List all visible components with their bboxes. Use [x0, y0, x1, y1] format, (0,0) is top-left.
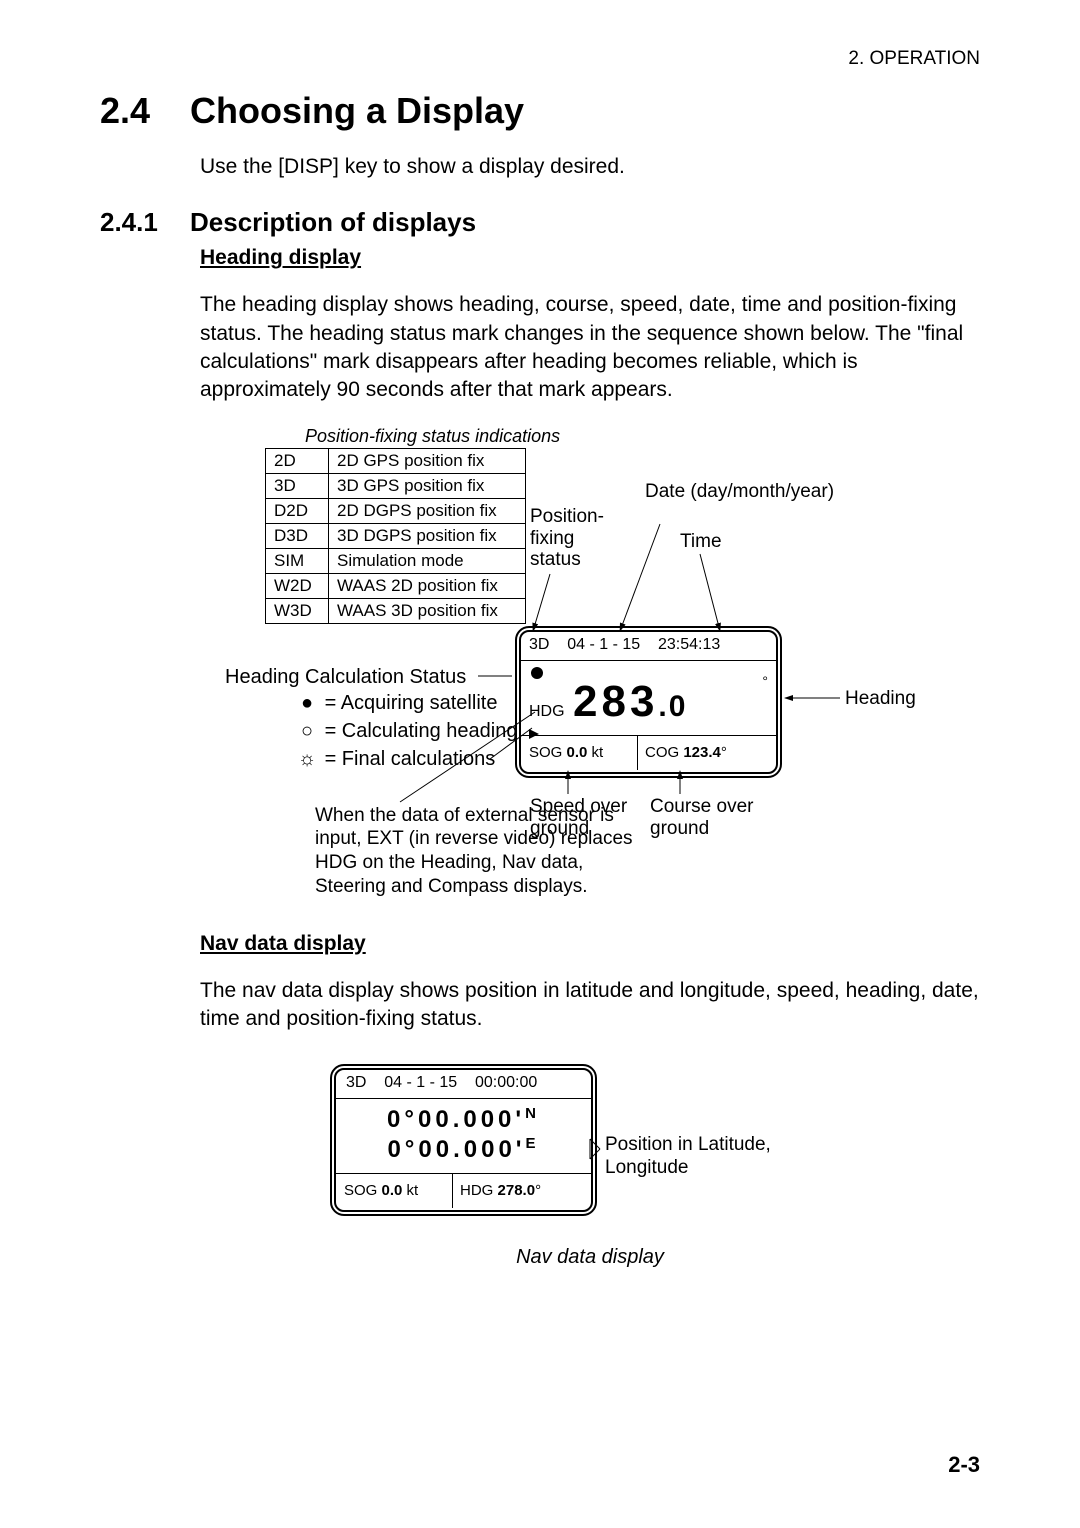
heading-display-run: Heading display: [200, 246, 980, 270]
subsection-title: 2.4.1Description of displays: [200, 207, 980, 238]
subsection-number: 2.4.1: [100, 207, 190, 238]
hcs-title: Heading Calculation Status: [225, 666, 466, 689]
scr2-time: 00:00:00: [475, 1074, 537, 1091]
heading-display-para: The heading display shows heading, cours…: [200, 291, 980, 404]
nav-data-para: The nav data display shows position in l…: [200, 977, 980, 1034]
nav-data-caption: Nav data display: [200, 1246, 980, 1269]
callout-date: Date (day/month/year): [645, 481, 834, 503]
page-number: 2-3: [948, 1452, 980, 1478]
section-title: 2.4Choosing a Display: [100, 90, 980, 132]
scr1-degree: °: [762, 673, 768, 689]
callout-time: Time: [680, 531, 722, 553]
nav-data-run: Nav data display: [200, 932, 980, 956]
nav-data-screen: 3D 04 - 1 - 15 00:00:00 0°00.000'N 0°00.…: [330, 1064, 597, 1216]
filled-circle-icon: ●: [295, 692, 319, 715]
scr1-sog: SOG 0.0 kt: [529, 744, 603, 761]
hcs-acquiring: ● = Acquiring satellite: [295, 692, 497, 715]
scr2-date: 04 - 1 - 15: [384, 1074, 457, 1091]
callout-sog: Speed over ground: [530, 796, 650, 840]
hcs-calculating: ○ = Calculating heading: [295, 720, 517, 743]
scr2-fix: 3D: [346, 1074, 366, 1091]
scr2-sog: SOG 0.0 kt: [344, 1182, 418, 1199]
scr1-fix: 3D: [529, 636, 549, 654]
callout-heading: Heading: [845, 688, 916, 710]
hcs-dot-icon: [531, 667, 543, 679]
heading-display-diagram: Position-fixing status indications 2D2D …: [100, 426, 980, 926]
scr2-lat-hemi: N: [525, 1105, 540, 1122]
callout-cog: Course over ground: [650, 796, 790, 840]
scr1-hdg-label: HDG: [529, 703, 565, 721]
callout-latlon: Position in Latitude, Longitude: [605, 1134, 805, 1180]
section-intro: Use the [DISP] key to show a display des…: [200, 153, 980, 181]
scr2-lon-hemi: E: [526, 1135, 540, 1152]
section-number: 2.4: [100, 90, 190, 132]
scr2-hdg: HDG 278.0°: [460, 1182, 541, 1199]
hcs-final: ☼ = Final calculations: [295, 748, 495, 771]
open-circle-icon: ○: [295, 720, 319, 743]
scr1-time: 23:54:13: [658, 636, 720, 654]
scr1-date: 04 - 1 - 15: [567, 636, 640, 654]
scr1-hdg-value: 283.0: [573, 677, 687, 727]
chapter-header: 2. OPERATION: [848, 48, 980, 70]
nav-data-diagram: 3D 04 - 1 - 15 00:00:00 0°00.000'N 0°00.…: [100, 1054, 980, 1244]
callout-fixing-status: Position- fixing status: [530, 506, 630, 572]
scr2-lon: 0°00.000': [387, 1136, 525, 1163]
scr2-lat: 0°00.000': [387, 1106, 525, 1133]
sun-icon: ☼: [295, 748, 319, 771]
heading-display-screen: 3D 04 - 1 - 15 23:54:13 HDG 283.0 ° SOG …: [515, 626, 782, 778]
status-indication-table: 2D2D GPS position fix 3D3D GPS position …: [265, 448, 526, 624]
status-table-caption: Position-fixing status indications: [305, 426, 560, 447]
scr1-cog: COG 123.4°: [645, 744, 727, 761]
